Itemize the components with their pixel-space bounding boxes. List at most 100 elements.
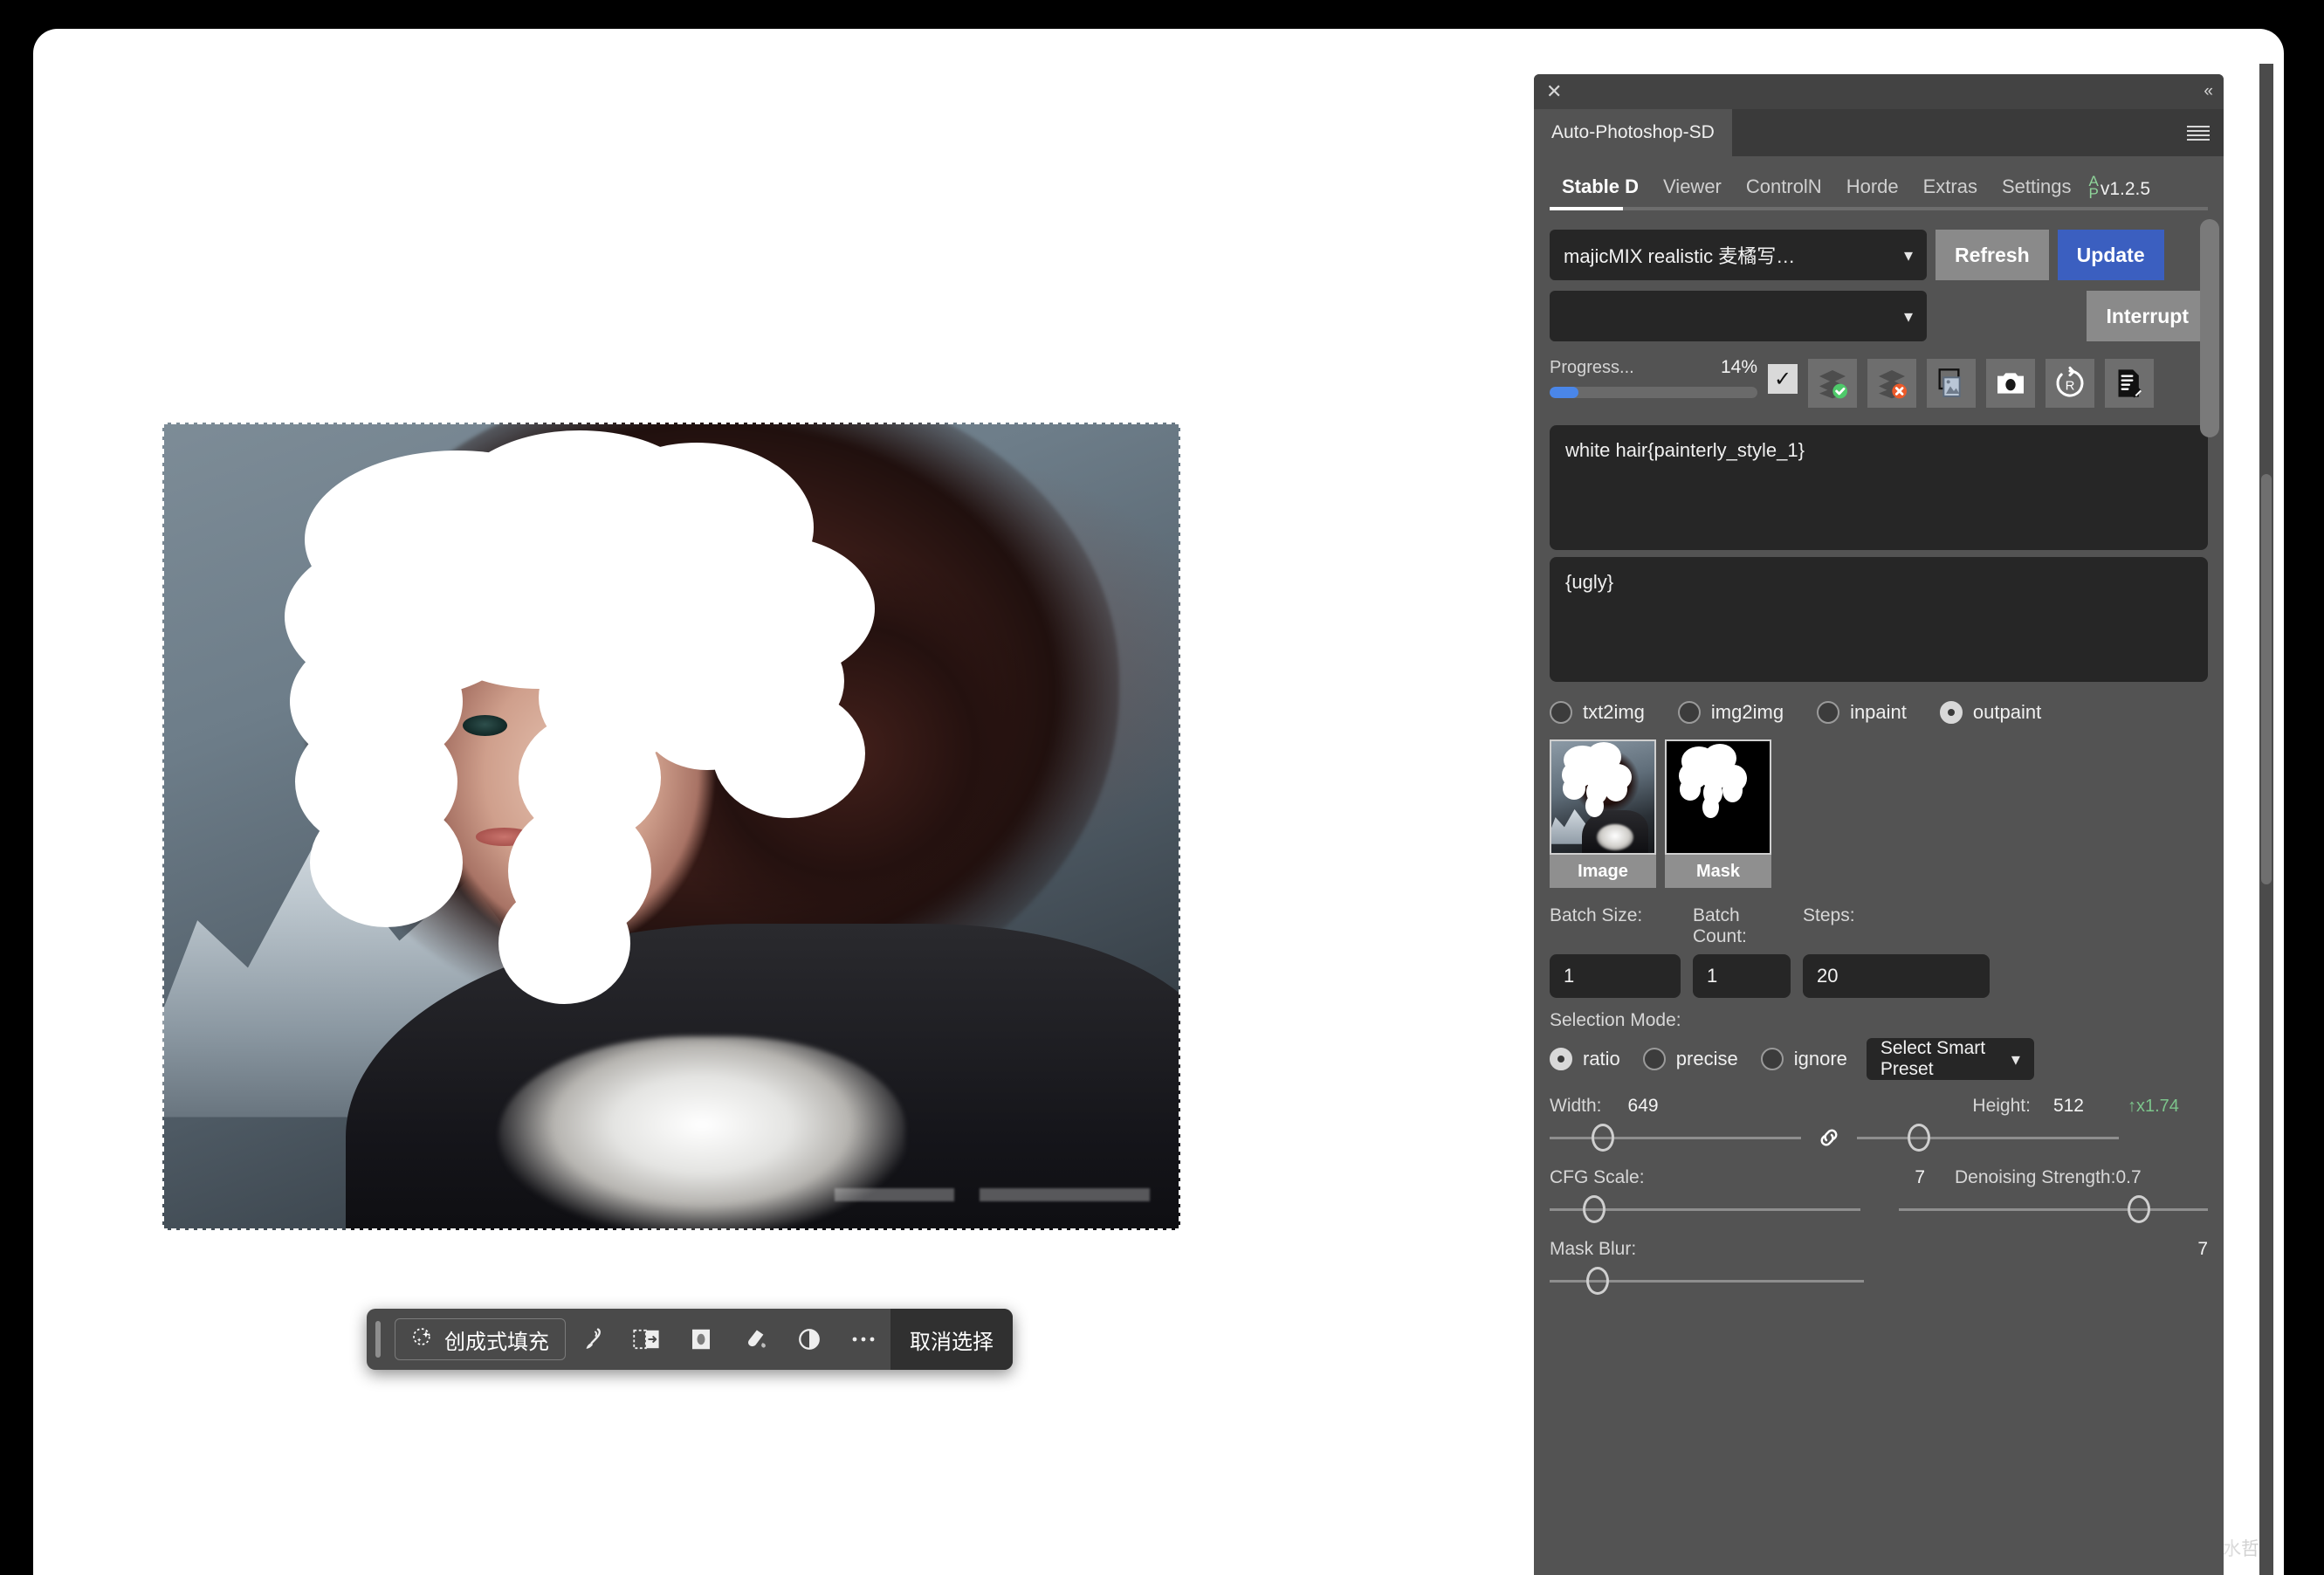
mask-blur-label: Mask Blur: (1550, 1239, 1637, 1259)
mask-thumbnail-card[interactable]: Mask (1665, 739, 1771, 888)
model-select[interactable]: majicMIX realistic 麦橘写… ▾ (1550, 230, 1927, 280)
mask-thumbnail-caption: Mask (1665, 855, 1771, 888)
sparkle-selection-icon (411, 1325, 434, 1354)
smart-preset-select[interactable]: Select Smart Preset ▾ (1866, 1038, 2034, 1080)
artwork-image (162, 423, 1180, 1230)
radio-img2img-label: img2img (1710, 701, 1784, 723)
image-thumbnail-caption: Image (1550, 855, 1656, 888)
image-frame-icon[interactable] (1927, 359, 1976, 408)
radio-inpaint-label: inpaint (1850, 701, 1907, 723)
drag-handle-icon[interactable] (367, 1309, 389, 1370)
radio-precise[interactable] (1642, 1048, 1666, 1070)
mask-blur-slider[interactable] (1550, 1265, 1864, 1296)
negative-prompt-text: {ugly} (1565, 571, 1614, 593)
chevron-down-icon: ▾ (1903, 245, 1913, 265)
refresh-button[interactable]: Refresh (1936, 230, 2049, 280)
batch-count-input[interactable]: 1 (1693, 954, 1791, 998)
negative-prompt-textarea[interactable]: {ugly} (1550, 557, 2208, 682)
height-value: 512 (2052, 1096, 2084, 1116)
panel-tab-strip: Auto-Photoshop-SD (1534, 109, 2224, 156)
progress-group: Progress... 14% (1550, 357, 1757, 398)
layers-cancel-icon[interactable] (1867, 359, 1916, 408)
collapse-panel-icon[interactable]: « (2204, 82, 2212, 101)
tab-settings[interactable]: Settings (1990, 175, 2084, 207)
deselect-button[interactable]: 取消选择 (890, 1309, 1013, 1370)
progress-toolbar-row: Progress... 14% ✓ R (1534, 357, 2224, 408)
chevron-down-icon: ▾ (2011, 1049, 2020, 1069)
radio-inpaint[interactable] (1817, 701, 1840, 724)
document-scrollbar[interactable] (2259, 64, 2273, 1575)
link-icon[interactable] (1810, 1125, 1848, 1151)
layers-check-icon[interactable] (1808, 359, 1857, 408)
generation-mode-group: txt2img img2img inpaint outpaint (1534, 701, 2224, 724)
progress-header: Progress... 14% (1550, 357, 1757, 378)
radio-txt2img-label: txt2img (1583, 701, 1645, 723)
tab-controlnet[interactable]: ControlN (1734, 175, 1834, 207)
deselect-label: 取消选择 (910, 1330, 994, 1354)
radio-ignore-label: ignore (1793, 1048, 1847, 1069)
radio-img2img[interactable] (1677, 701, 1701, 724)
radio-txt2img[interactable] (1550, 701, 1572, 724)
positive-prompt-text: white hair{painterly_style_1} (1565, 439, 1805, 461)
cfg-scale-value: 7 (1915, 1167, 1925, 1187)
brush-icon[interactable] (566, 1309, 620, 1370)
eye-left (462, 714, 508, 736)
model-row: majicMIX realistic 麦橘写… ▾ Refresh Update (1534, 230, 2224, 280)
tab-viewer[interactable]: Viewer (1651, 175, 1734, 207)
radio-outpaint-label: outpaint (1972, 701, 2042, 723)
transform-selection-icon[interactable] (620, 1309, 674, 1370)
paint-stroke (641, 664, 774, 770)
steps-label: Steps: (1803, 905, 1855, 925)
batch-size-label: Batch Size: (1550, 905, 1643, 925)
close-icon[interactable]: ✕ (1546, 82, 1562, 101)
height-slider[interactable] (1857, 1122, 2119, 1153)
panel-document-tab-label: Auto-Photoshop-SD (1551, 122, 1715, 142)
size-label-row: Width: 649 Height: 512 ↑x1.74 (1534, 1096, 2224, 1117)
chevron-down-icon: ▾ (1903, 306, 1913, 327)
generative-fill-label: 创成式填充 (444, 1330, 549, 1354)
radio-outpaint[interactable] (1939, 701, 1963, 724)
tabs-underline (1550, 207, 2208, 210)
tab-stable-diffusion[interactable]: Stable D (1550, 175, 1651, 207)
auto-update-checkbox[interactable]: ✓ (1768, 364, 1798, 394)
width-slider[interactable] (1550, 1122, 1801, 1153)
panel-document-tab[interactable]: Auto-Photoshop-SD (1534, 109, 1732, 156)
edit-document-icon[interactable] (2105, 359, 2154, 408)
ap-logo: A P (2088, 174, 2099, 203)
generative-fill-button[interactable]: 创成式填充 (395, 1318, 566, 1360)
positive-prompt-textarea[interactable]: white hair{painterly_style_1} (1550, 425, 2208, 550)
adjustment-icon[interactable] (782, 1309, 836, 1370)
camera-icon[interactable] (1986, 359, 2035, 408)
denoising-strength-slider[interactable] (1899, 1193, 2208, 1225)
steps-value: 20 (1817, 965, 1839, 987)
tab-horde[interactable]: Horde (1834, 175, 1911, 207)
screen-root: 创成式填充 取消选择 ✕ « Auto-Photoshop-SD Stable … (0, 0, 2324, 1575)
interrupt-button[interactable]: Interrupt (2087, 291, 2208, 341)
radio-ratio[interactable] (1550, 1048, 1572, 1070)
ap-logo-p: P (2088, 185, 2099, 203)
paint-stroke (498, 883, 631, 1004)
vae-select[interactable]: ▾ (1550, 291, 1927, 341)
contextual-task-bar[interactable]: 创成式填充 取消选择 (367, 1309, 1013, 1370)
tab-extras[interactable]: Extras (1911, 175, 1990, 207)
artwork-container[interactable] (162, 423, 1180, 1230)
radio-ignore[interactable] (1760, 1048, 1784, 1070)
update-button[interactable]: Update (2057, 230, 2164, 280)
auto-photoshop-sd-panel: ✕ « Auto-Photoshop-SD Stable D Viewer Co… (1534, 74, 2224, 1575)
steps-input[interactable]: 20 (1803, 954, 1990, 998)
smart-preset-value: Select Smart Preset (1880, 1038, 1986, 1079)
panel-scrollbar[interactable] (2200, 209, 2219, 1558)
batch-size-input[interactable]: 1 (1550, 954, 1681, 998)
hamburger-icon[interactable] (2187, 109, 2224, 156)
more-options-icon[interactable] (836, 1309, 890, 1370)
batch-size-value: 1 (1564, 965, 1575, 987)
mask-icon[interactable] (674, 1309, 728, 1370)
rotate-r-icon[interactable]: R (2046, 359, 2094, 408)
version-badge: A P v1.2.5 (2088, 174, 2150, 207)
batch-field-inputs: 1 1 20 (1534, 954, 2224, 998)
cfg-scale-slider[interactable] (1550, 1193, 1860, 1225)
image-thumbnail-card[interactable]: Image (1550, 739, 1656, 888)
progress-label: Progress... (1550, 358, 1634, 377)
fill-icon[interactable] (728, 1309, 782, 1370)
vae-row: ▾ Interrupt (1534, 291, 2224, 341)
